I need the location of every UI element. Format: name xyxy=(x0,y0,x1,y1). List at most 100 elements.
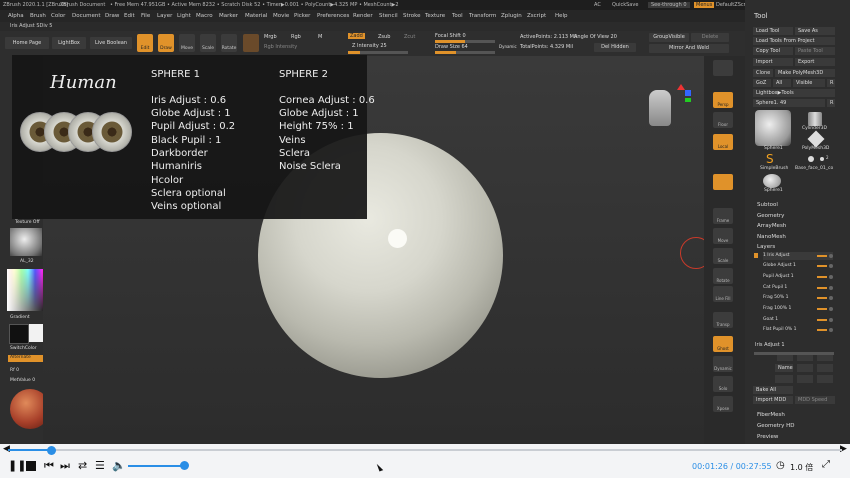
dynamic-view-button[interactable]: Dynamic xyxy=(713,356,733,372)
layer-down-button[interactable] xyxy=(797,375,813,383)
layer-item[interactable]: Frag 50% 1 xyxy=(763,294,833,302)
main-color-swatch[interactable] xyxy=(9,324,29,344)
menu-stencil[interactable]: Stencil xyxy=(379,13,398,19)
edit-mode-button[interactable]: Edit xyxy=(137,34,153,52)
menu-material[interactable]: Material xyxy=(245,13,267,19)
mdd-speed-slider[interactable]: MDD Speed xyxy=(795,396,835,404)
delete-button[interactable]: Delete xyxy=(691,33,729,42)
rotate-mode-button[interactable]: Rotate xyxy=(221,34,237,52)
ac-label[interactable]: AC xyxy=(594,2,601,8)
angle-of-view-slider[interactable]: Angle Of View 20 xyxy=(574,34,617,40)
rotate-view-button[interactable]: Rotate xyxy=(713,268,733,284)
previous-icon[interactable]: ⏮ xyxy=(44,460,54,472)
menu-macro[interactable]: Macro xyxy=(196,13,213,19)
persp-button[interactable]: Persp xyxy=(713,92,733,108)
layer-item[interactable]: Goat 1 xyxy=(763,316,833,324)
record-layer-icon[interactable] xyxy=(754,253,758,258)
zsub-button[interactable]: Zsub xyxy=(378,34,390,40)
group-visible-button[interactable]: GroupVisible xyxy=(649,33,689,42)
subtool-section[interactable]: Subtool xyxy=(757,202,778,208)
menu-document[interactable]: Document xyxy=(72,13,101,19)
menu-picker[interactable]: Picker xyxy=(294,13,310,19)
transp-button[interactable]: Transp xyxy=(713,312,733,328)
del-hidden-button[interactable]: Del Hidden xyxy=(594,43,636,52)
local-button[interactable]: Local xyxy=(713,134,733,150)
layer-split-button[interactable] xyxy=(797,355,813,361)
menu-movie[interactable]: Movie xyxy=(273,13,289,19)
mrgb-button[interactable]: Mrgb xyxy=(264,34,277,40)
metvalue-slider[interactable]: MetValue 0 xyxy=(10,378,35,383)
menu-texture[interactable]: Texture xyxy=(425,13,445,19)
menu-zplugin[interactable]: Zplugin xyxy=(501,13,522,19)
stop-icon[interactable] xyxy=(26,461,36,471)
quicksave-button[interactable]: QuickSave xyxy=(612,2,638,8)
current-tool-slider[interactable]: Sphere1. 49 xyxy=(753,99,825,107)
z-intensity-slider[interactable]: Z Intensity 25 xyxy=(352,43,387,49)
xpose-button[interactable]: Xpose xyxy=(713,396,733,412)
progress-track[interactable] xyxy=(8,449,842,451)
layer-merge-button[interactable] xyxy=(817,375,833,383)
lightbox-button[interactable]: LightBox xyxy=(52,37,86,49)
solo-toggle-button[interactable] xyxy=(713,174,733,190)
iris-adjust-slider[interactable]: Iris Adjust 1 xyxy=(755,342,785,348)
load-tool-button[interactable]: Load Tool xyxy=(753,27,793,35)
repeat-icon[interactable]: ⇄ xyxy=(78,460,87,472)
bake-all-button[interactable]: Bake All xyxy=(753,386,793,394)
menu-draw[interactable]: Draw xyxy=(105,13,119,19)
layer-item[interactable]: Pupil Adjust 1 xyxy=(763,273,833,281)
save-as-button[interactable]: Save As xyxy=(795,27,835,35)
draw-mode-button[interactable]: Draw xyxy=(158,34,174,52)
sphere1-small-thumbnail[interactable] xyxy=(763,174,781,188)
dynamic-button[interactable]: Dynamic xyxy=(499,44,517,49)
base-face-thumbnail[interactable] xyxy=(808,156,814,162)
layer-item[interactable]: Frag 100% 1 xyxy=(763,305,833,313)
layer-item[interactable]: Cat Pupil 1 xyxy=(763,284,833,292)
import-button[interactable]: Import xyxy=(753,58,793,66)
next-icon[interactable]: ⏭ xyxy=(60,460,70,472)
frame-button[interactable]: Frame xyxy=(713,208,733,224)
m-button[interactable]: M xyxy=(318,34,322,40)
solo-button[interactable]: Solo xyxy=(713,376,733,392)
home-page-button[interactable]: Home Page xyxy=(5,37,49,49)
menu-layer[interactable]: Layer xyxy=(157,13,172,19)
focal-shift-bar[interactable] xyxy=(435,40,495,43)
layer-name-button[interactable]: Name xyxy=(775,364,793,372)
cylinder3d-thumbnail[interactable] xyxy=(808,112,822,126)
make-polymesh-button[interactable]: Make PolyMesh3D xyxy=(775,69,835,77)
menu-transform[interactable]: Transform xyxy=(469,13,496,19)
layer-item[interactable]: Flat Pupil 0% 1 xyxy=(763,326,833,334)
menu-zscript[interactable]: Zscript xyxy=(527,13,546,19)
goz-r-button[interactable]: R xyxy=(827,79,835,87)
rgb-intensity-slider[interactable]: Rgb Intensity xyxy=(264,44,297,50)
line-fill-button[interactable]: Line Fill xyxy=(713,286,733,302)
tool-r-button[interactable]: R xyxy=(827,99,835,107)
fibermesh-section[interactable]: FiberMesh xyxy=(757,412,785,418)
playback-speed[interactable]: 1.0 倍 xyxy=(790,462,813,473)
menu-color[interactable]: Color xyxy=(51,13,65,19)
menu-stroke[interactable]: Stroke xyxy=(403,13,421,19)
layer-delete-button[interactable] xyxy=(817,355,833,361)
layer-new-button[interactable] xyxy=(777,355,793,361)
fullscreen-icon[interactable]: ⤢ xyxy=(822,459,830,471)
draw-size-slider[interactable]: Draw Size 64 xyxy=(435,44,468,50)
sphere1-thumbnail[interactable] xyxy=(755,110,791,146)
rgb-button[interactable]: Rgb xyxy=(291,34,301,40)
layer-paste-button[interactable] xyxy=(817,364,833,372)
menu-help[interactable]: Help xyxy=(555,13,568,19)
geometry-hd-section[interactable]: Geometry HD xyxy=(757,423,795,429)
alpha-thumbnail[interactable] xyxy=(10,228,42,256)
mirror-and-weld-button[interactable]: Mirror And Weld xyxy=(649,44,729,53)
goz-visible-button[interactable]: Visible xyxy=(793,79,825,87)
seethrough-slider[interactable]: See-through 0 xyxy=(648,2,690,8)
paste-tool-button[interactable]: Paste Tool xyxy=(795,47,835,55)
arraymesh-section[interactable]: ArrayMesh xyxy=(757,223,786,229)
material-swatch-icon[interactable] xyxy=(243,34,259,52)
head-orientation-icon[interactable] xyxy=(649,90,671,126)
import-mdd-button[interactable]: Import MDD xyxy=(753,396,793,404)
menu-file[interactable]: File xyxy=(141,13,150,19)
menu-light[interactable]: Light xyxy=(177,13,191,19)
scale-mode-button[interactable]: Scale xyxy=(200,34,216,52)
pause-icon[interactable]: ❚❚ xyxy=(8,460,26,472)
menu-edit[interactable]: Edit xyxy=(124,13,135,19)
volume-slider[interactable] xyxy=(128,465,185,467)
